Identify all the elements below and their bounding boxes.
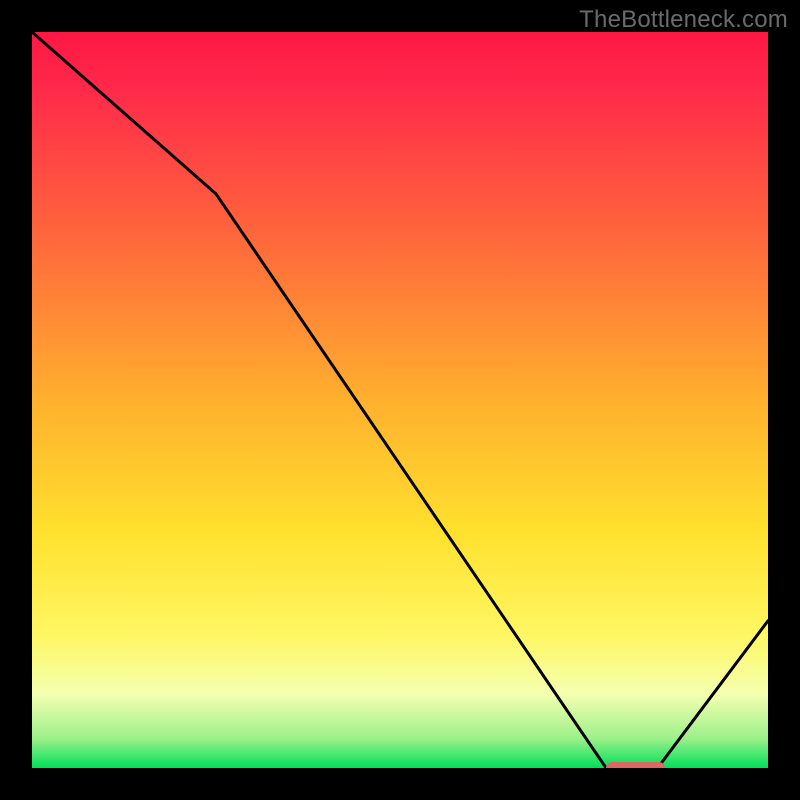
chart-container: TheBottleneck.com [0,0,800,800]
bottleneck-curve [32,32,768,768]
plot-area [32,32,768,768]
optimal-range-marker [606,762,665,768]
watermark-text: TheBottleneck.com [579,6,788,34]
